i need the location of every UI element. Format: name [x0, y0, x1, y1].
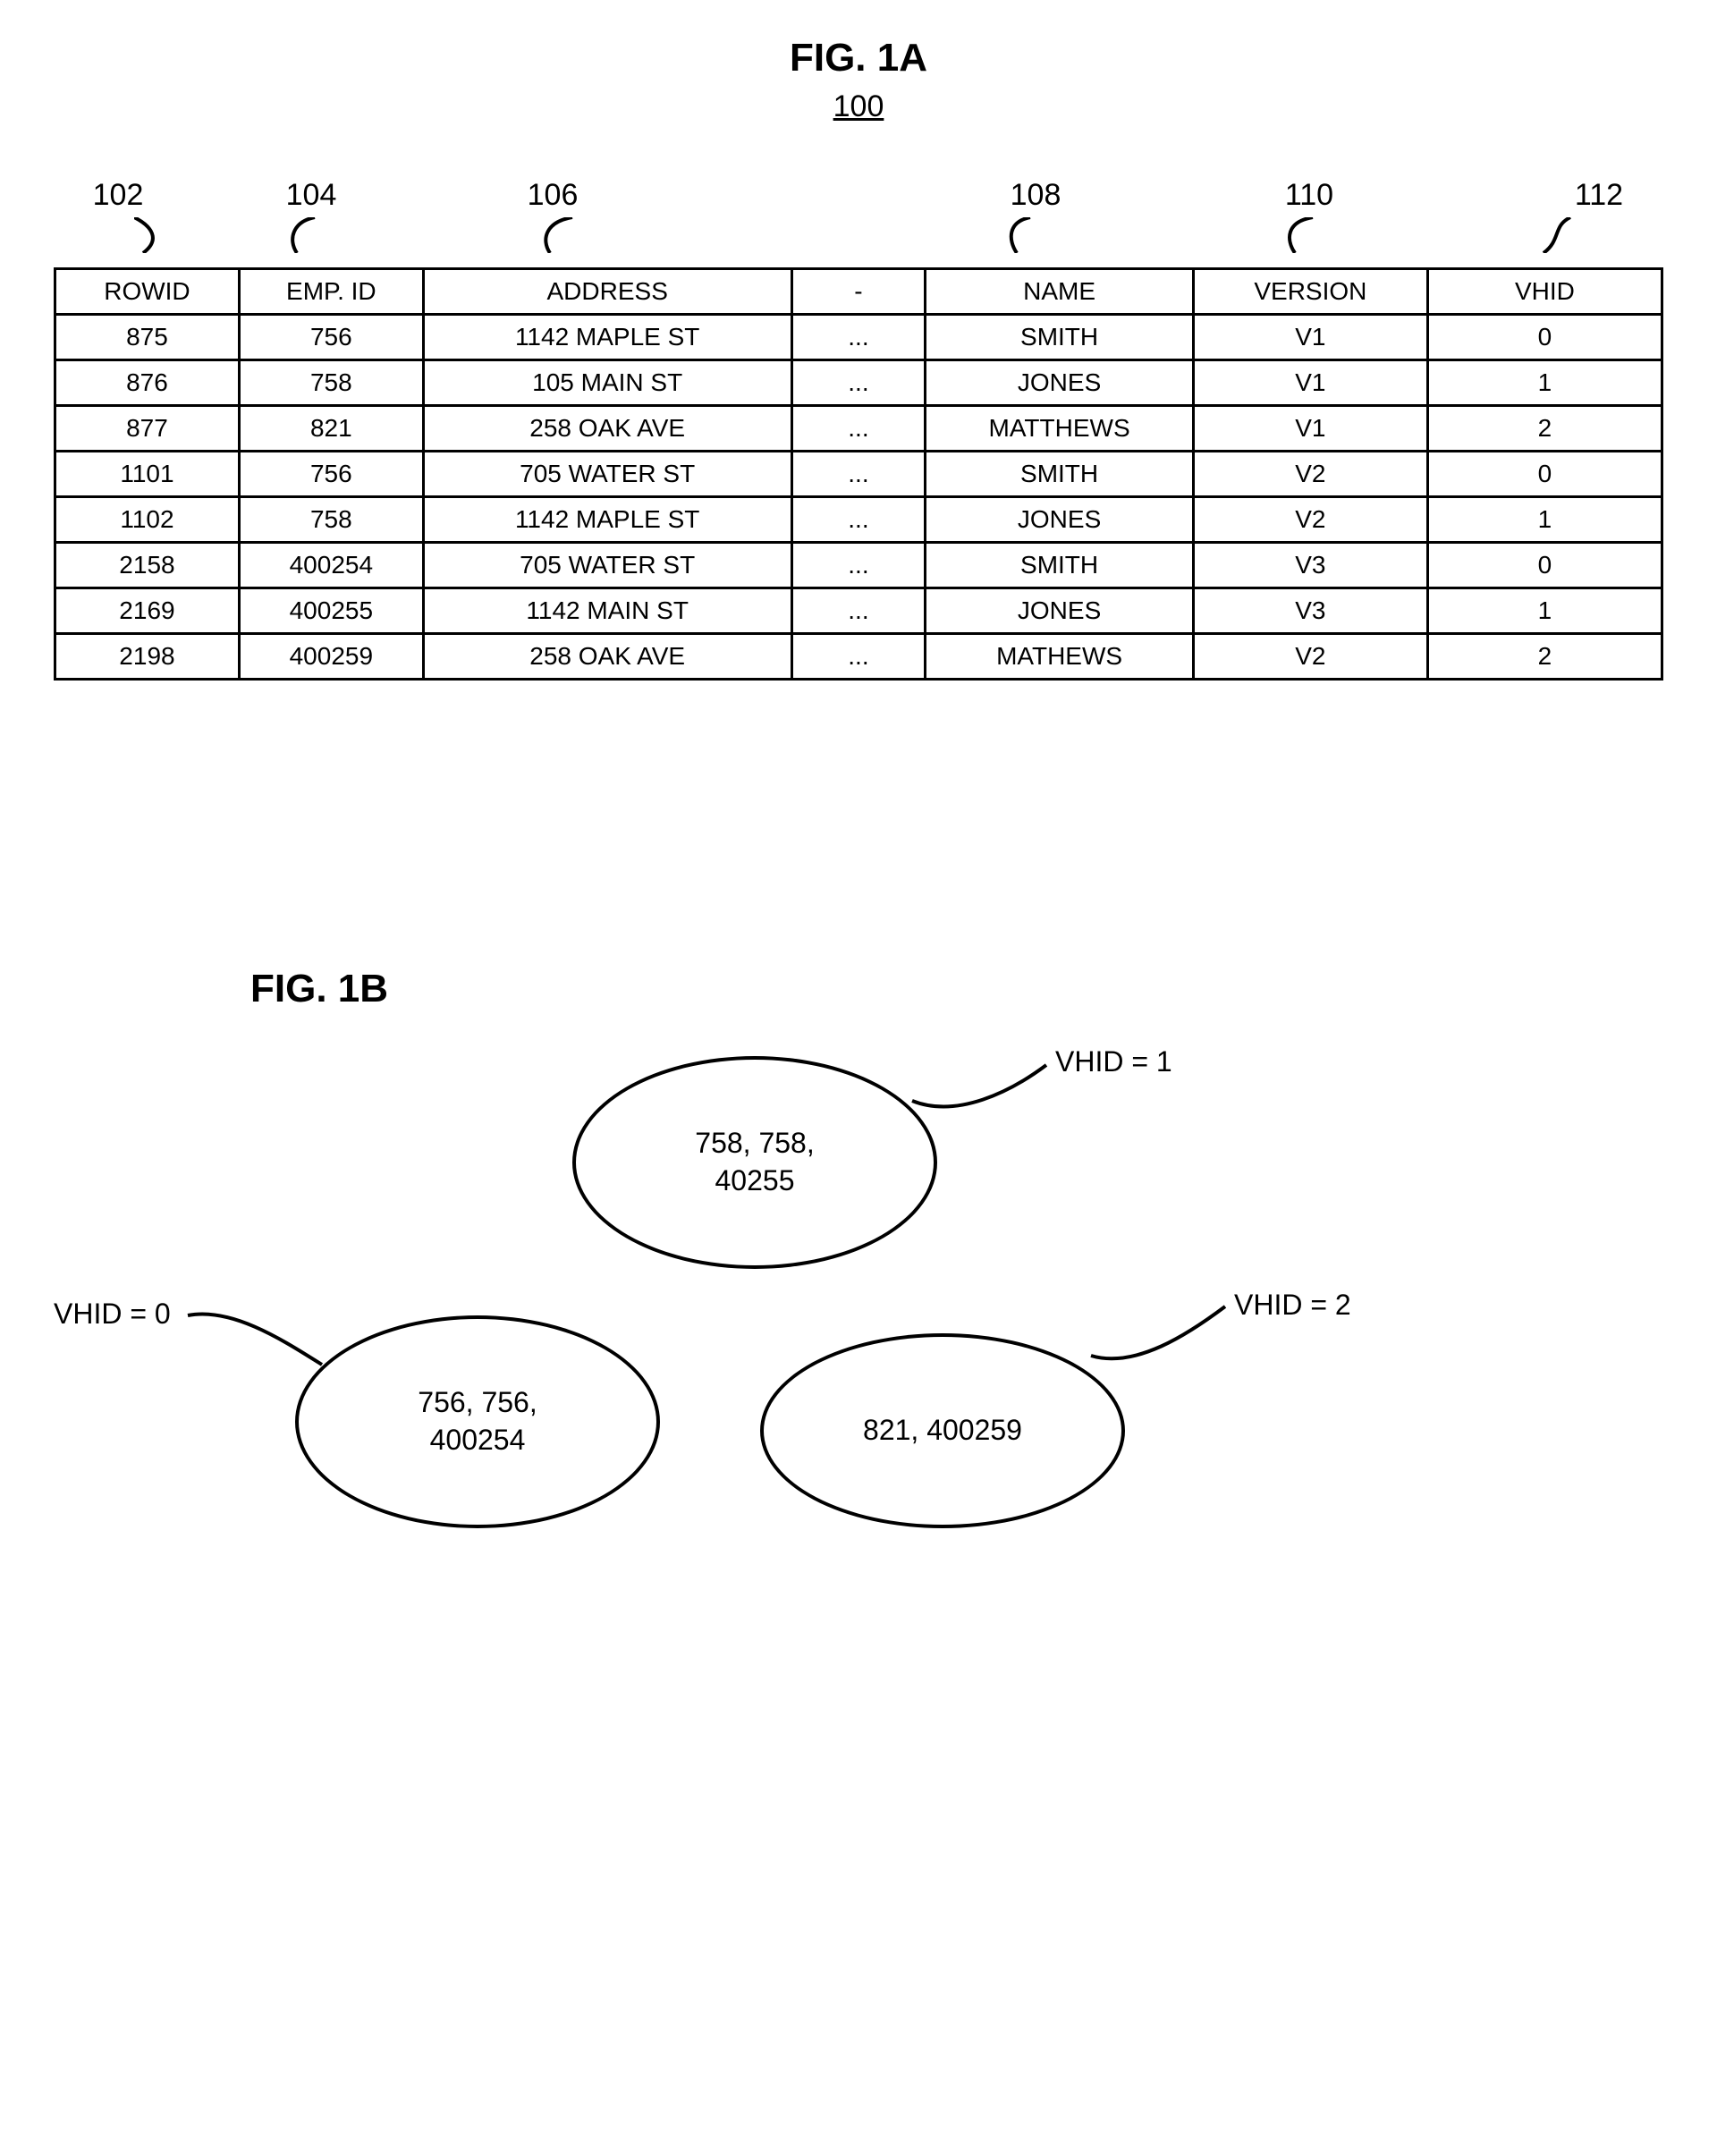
- table-cell: 756: [239, 315, 423, 360]
- table-cell: 2158: [55, 543, 240, 588]
- table-row: 11027581142 MAPLE ST...JONESV21: [55, 497, 1662, 543]
- table-row: 2198400259258 OAK AVE...MATHEWSV22: [55, 634, 1662, 680]
- table-cell: V1: [1193, 406, 1427, 452]
- table-cell: ...: [791, 360, 926, 406]
- table-cell: ...: [791, 452, 926, 497]
- table-cell: 821: [239, 406, 423, 452]
- table-row: 876758105 MAIN ST...JONESV11: [55, 360, 1662, 406]
- data-table: ROWID EMP. ID ADDRESS - NAME VERSION VHI…: [54, 267, 1663, 681]
- table-cell: 400254: [239, 543, 423, 588]
- table-cell: 1142 MAPLE ST: [423, 497, 791, 543]
- node-vhid-1: 758, 758, 40255: [572, 1056, 937, 1269]
- table-cell: 1142 MAIN ST: [423, 588, 791, 634]
- label-vhid-1: VHID = 1: [1055, 1045, 1172, 1078]
- table-cell: JONES: [926, 588, 1194, 634]
- table-cell: MATTHEWS: [926, 406, 1194, 452]
- col-version: VERSION: [1193, 269, 1427, 315]
- callout-108: 108: [1011, 178, 1061, 213]
- table-cell: 877: [55, 406, 240, 452]
- table-row: 21694002551142 MAIN ST...JONESV31: [55, 588, 1662, 634]
- callout-row: 102 104 106 108 110 112: [54, 178, 1663, 267]
- col-rowid: ROWID: [55, 269, 240, 315]
- table-cell: ...: [791, 497, 926, 543]
- node-vhid-1-content: 758, 758, 40255: [695, 1125, 814, 1199]
- table-cell: JONES: [926, 497, 1194, 543]
- node-vhid-2: 821, 400259: [760, 1333, 1125, 1528]
- table-cell: 2: [1427, 634, 1662, 680]
- col-dash: -: [791, 269, 926, 315]
- table-cell: 1: [1427, 360, 1662, 406]
- table-cell: V1: [1193, 360, 1427, 406]
- figure-1a-ref: 100: [54, 89, 1663, 124]
- node-vhid-2-content: 821, 400259: [863, 1412, 1022, 1450]
- callout-106: 106: [528, 178, 579, 213]
- label-vhid-2: VHID = 2: [1234, 1289, 1351, 1322]
- table-cell: 0: [1427, 543, 1662, 588]
- table-cell: 758: [239, 497, 423, 543]
- table-cell: 1142 MAPLE ST: [423, 315, 791, 360]
- table-cell: V3: [1193, 543, 1427, 588]
- table-cell: 2: [1427, 406, 1662, 452]
- table-cell: 1102: [55, 497, 240, 543]
- table-cell: 705 WATER ST: [423, 543, 791, 588]
- table-cell: 875: [55, 315, 240, 360]
- table-cell: V1: [1193, 315, 1427, 360]
- table-cell: 756: [239, 452, 423, 497]
- col-vhid: VHID: [1427, 269, 1662, 315]
- label-vhid-0: VHID = 0: [54, 1298, 171, 1331]
- col-name: NAME: [926, 269, 1194, 315]
- table-cell: SMITH: [926, 543, 1194, 588]
- table-cell: ...: [791, 315, 926, 360]
- table-cell: 1: [1427, 588, 1662, 634]
- table-cell: 258 OAK AVE: [423, 406, 791, 452]
- table-cell: SMITH: [926, 452, 1194, 497]
- callout-104: 104: [286, 178, 337, 213]
- table-header-row: ROWID EMP. ID ADDRESS - NAME VERSION VHI…: [55, 269, 1662, 315]
- table-cell: V3: [1193, 588, 1427, 634]
- table-cell: 0: [1427, 452, 1662, 497]
- table-cell: 705 WATER ST: [423, 452, 791, 497]
- table-cell: 1101: [55, 452, 240, 497]
- callout-102: 102: [93, 178, 144, 213]
- table-cell: 400259: [239, 634, 423, 680]
- table-cell: ...: [791, 634, 926, 680]
- table-cell: ...: [791, 588, 926, 634]
- callout-110: 110: [1285, 178, 1333, 213]
- table-cell: V2: [1193, 634, 1427, 680]
- table-cell: 0: [1427, 315, 1662, 360]
- figure-1a-title: FIG. 1A: [54, 36, 1663, 80]
- table-body: 8757561142 MAPLE ST...SMITHV10876758105 …: [55, 315, 1662, 680]
- figure-1b-diagram: 758, 758, 40255 VHID = 1 756, 756, 40025…: [54, 1038, 1663, 1611]
- table-row: 2158400254705 WATER ST...SMITHV30: [55, 543, 1662, 588]
- node-vhid-0: 756, 756, 400254: [295, 1315, 660, 1528]
- callout-112: 112: [1575, 178, 1623, 213]
- table-row: 8757561142 MAPLE ST...SMITHV10: [55, 315, 1662, 360]
- figure-1b-title: FIG. 1B: [250, 967, 1663, 1011]
- table-cell: JONES: [926, 360, 1194, 406]
- node-vhid-0-content: 756, 756, 400254: [418, 1384, 537, 1458]
- table-cell: MATHEWS: [926, 634, 1194, 680]
- table-cell: 1: [1427, 497, 1662, 543]
- table-cell: ...: [791, 406, 926, 452]
- table-cell: V2: [1193, 452, 1427, 497]
- table-cell: SMITH: [926, 315, 1194, 360]
- table-row: 877821258 OAK AVE...MATTHEWSV12: [55, 406, 1662, 452]
- table-row: 1101756705 WATER ST...SMITHV20: [55, 452, 1662, 497]
- figure-1a: FIG. 1A 100 102 104 106 108 110 112 ROWI…: [54, 36, 1663, 681]
- table-cell: 400255: [239, 588, 423, 634]
- table-cell: 105 MAIN ST: [423, 360, 791, 406]
- table-cell: 876: [55, 360, 240, 406]
- table-cell: ...: [791, 543, 926, 588]
- table-cell: 2169: [55, 588, 240, 634]
- col-empid: EMP. ID: [239, 269, 423, 315]
- table-cell: 258 OAK AVE: [423, 634, 791, 680]
- table-cell: V2: [1193, 497, 1427, 543]
- table-cell: 2198: [55, 634, 240, 680]
- col-address: ADDRESS: [423, 269, 791, 315]
- table-cell: 758: [239, 360, 423, 406]
